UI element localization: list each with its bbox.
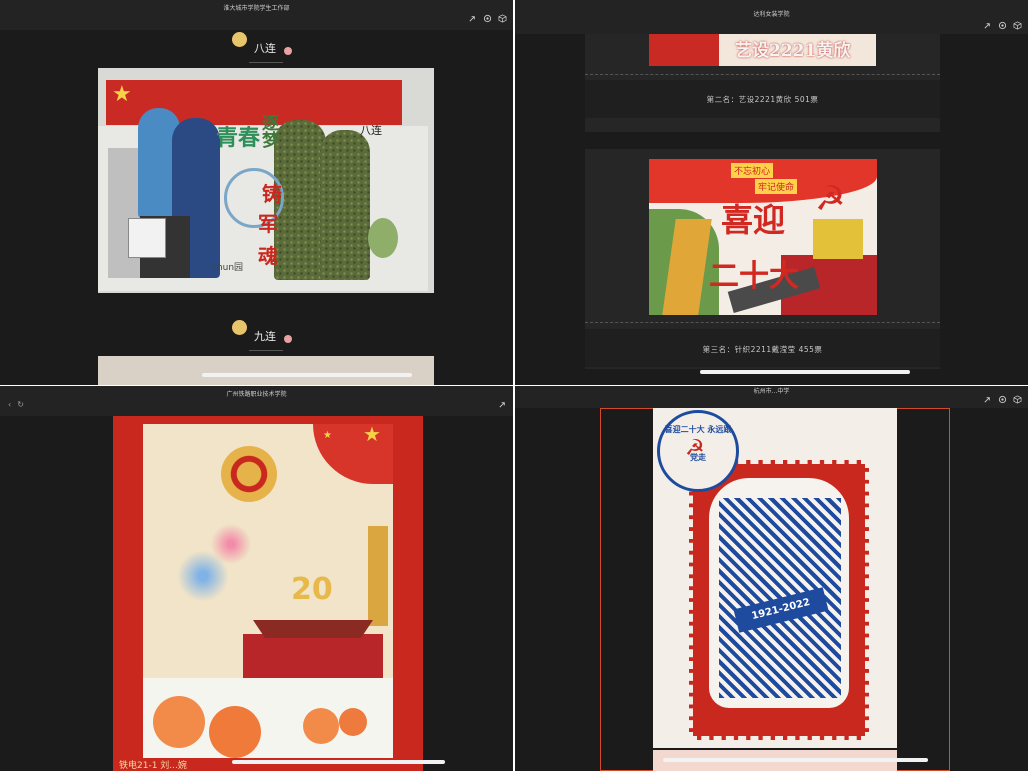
window-title: 广州铁路职业技术学院 <box>226 391 287 398</box>
poster-image: ★ ★ 20 铁电21-1 刘...婉 <box>113 416 423 771</box>
share-icon[interactable] <box>468 14 477 23</box>
stamp-text: 喜迎二十大 永远跟党走 <box>664 425 732 462</box>
settings-icon[interactable] <box>483 14 492 23</box>
poster-signature: chun园 <box>212 263 244 273</box>
window-title: 达利女装学院 <box>753 11 790 18</box>
decor-dot <box>284 47 292 55</box>
section-label-8: 八连 <box>254 42 276 55</box>
home-indicator[interactable] <box>232 760 445 764</box>
share-icon[interactable] <box>498 400 507 409</box>
cube-icon[interactable] <box>1013 395 1022 404</box>
share-icon[interactable] <box>983 395 992 404</box>
poster-image: 1921-2022 ☭ 喜迎二十大 永远跟党走 <box>653 408 897 748</box>
decor-dot <box>232 320 247 335</box>
refresh-icon[interactable]: ↻ <box>17 400 24 409</box>
poster-title-4: 军 <box>258 212 278 236</box>
poster-title-2: 二十大 <box>709 259 799 294</box>
pane-top-left: 淮大城市学院学生工作部 八连 ★ 青春 逐梦 铸 军 魂 八连 chun园 九连 <box>0 0 513 385</box>
home-indicator[interactable] <box>700 370 910 374</box>
window-title: 杭州市...中学 <box>753 388 790 395</box>
titlebar: 广州铁路职业技术学院 ‹ ↻ <box>0 386 513 416</box>
poster-title-2: 逐梦 <box>258 114 278 148</box>
home-indicator[interactable] <box>202 373 412 377</box>
poster-number: 20 <box>291 572 333 607</box>
poster-title-1: 青春 <box>216 125 261 151</box>
pane-bottom-left: 广州铁路职业技术学院 ‹ ↻ ★ ★ 20 铁电21-1 刘...婉 <box>0 386 513 771</box>
decor-dot <box>232 32 247 47</box>
window-title: 淮大城市学院学生工作部 <box>223 5 290 12</box>
section-label-9: 九连 <box>254 330 276 343</box>
poster-title-5: 魂 <box>258 244 278 268</box>
divider <box>249 62 283 63</box>
sign-text-1: 不忘初心 <box>731 163 774 178</box>
poster-title-3: 铸 <box>262 182 282 206</box>
poster-image: 不忘初心 牢记使命 喜迎 二十大 ☭ <box>649 159 877 315</box>
sign-text-2: 牢记使命 <box>755 179 798 194</box>
titlebar: 杭州市...中学 <box>515 386 1028 408</box>
entry-card-2: 艺设2221黄欣 第二名：艺设2221黄欣 501票 <box>585 34 940 132</box>
cube-icon[interactable] <box>1013 21 1022 30</box>
entry-caption: 第三名：针织2211戴滢莹 455票 <box>702 345 823 354</box>
poster-image-next <box>98 356 434 385</box>
back-icon[interactable]: ‹ <box>8 400 11 409</box>
decor-dot <box>284 335 292 343</box>
banner-text: 艺设2221黄欣 <box>735 41 851 61</box>
divider <box>249 350 283 351</box>
titlebar: 达利女装学院 <box>515 0 1028 34</box>
cube-icon[interactable] <box>498 14 507 23</box>
poster-title-1: 喜迎 <box>721 201 786 239</box>
titlebar: 淮大城市学院学生工作部 <box>0 0 513 30</box>
poster-image: ★ 青春 逐梦 铸 军 魂 八连 chun园 <box>98 68 434 293</box>
settings-icon[interactable] <box>998 395 1007 404</box>
entry-card-3: 不忘初心 牢记使命 喜迎 二十大 ☭ 第三名：针织2211戴滢莹 455票 <box>585 149 940 369</box>
pane-top-right: 达利女装学院 艺设2221黄欣 第二名：艺设2221黄欣 501票 不忘初心 牢… <box>515 0 1028 385</box>
pane-bottom-right: 杭州市...中学 1921-2022 ☭ 喜迎二十大 永远跟党走 <box>515 386 1028 771</box>
poster-banner: 艺设2221黄欣 <box>649 34 876 66</box>
share-icon[interactable] <box>983 21 992 30</box>
poster-corner-text: 八连 <box>360 124 382 137</box>
home-indicator[interactable] <box>663 758 928 762</box>
settings-icon[interactable] <box>998 21 1007 30</box>
entry-caption: 第二名：艺设2221黄欣 501票 <box>706 95 819 104</box>
poster-footer-text: 铁电21-1 刘...婉 <box>119 761 187 771</box>
